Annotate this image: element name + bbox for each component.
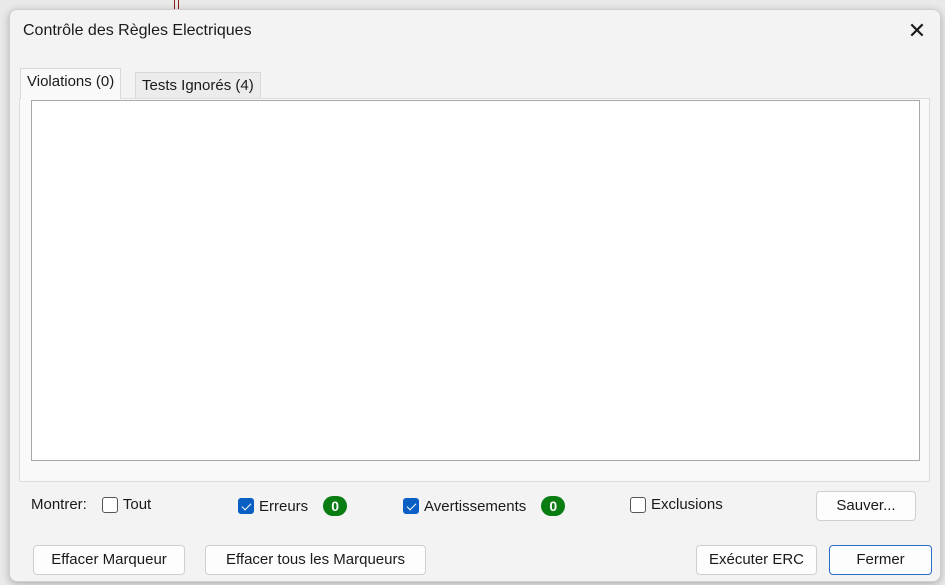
clear-all-markers-button[interactable]: Effacer tous les Marqueurs	[205, 545, 426, 575]
errors-count-badge: 0	[323, 496, 348, 516]
warnings-filter[interactable]: Avertissements 0	[403, 496, 566, 516]
show-label: Montrer:	[31, 496, 87, 513]
violations-list[interactable]	[31, 100, 920, 461]
close-button[interactable]: Fermer	[829, 545, 932, 575]
errors-filter[interactable]: Erreurs 0	[238, 496, 348, 516]
exclusions-label: Exclusions	[651, 496, 723, 513]
close-icon[interactable]: ✕	[902, 16, 932, 46]
show-label-row: Montrer: Tout	[31, 496, 151, 513]
erc-dialog: Contrôle des Règles Electriques ✕ Violat…	[9, 9, 941, 582]
save-button[interactable]: Sauver...	[816, 491, 916, 521]
tab-violations[interactable]: Violations (0)	[20, 68, 122, 99]
all-checkbox[interactable]	[101, 496, 118, 513]
tab-panel	[19, 98, 930, 482]
warnings-count-badge: 0	[541, 496, 566, 516]
errors-label: Erreurs	[259, 497, 309, 515]
dialog-title: Contrôle des Règles Electriques	[23, 22, 252, 39]
all-label: Tout	[122, 496, 152, 513]
errors-checkbox[interactable]	[238, 498, 254, 514]
tab-ignored-tests[interactable]: Tests Ignorés (4)	[135, 72, 261, 100]
exclusions-checkbox[interactable]	[630, 496, 646, 513]
exclusions-filter[interactable]: Exclusions	[630, 496, 723, 513]
run-erc-button[interactable]: Exécuter ERC	[696, 545, 817, 575]
warnings-label: Avertissements	[424, 497, 527, 515]
warnings-checkbox[interactable]	[403, 498, 419, 514]
clear-marker-button[interactable]: Effacer Marqueur	[33, 545, 185, 575]
